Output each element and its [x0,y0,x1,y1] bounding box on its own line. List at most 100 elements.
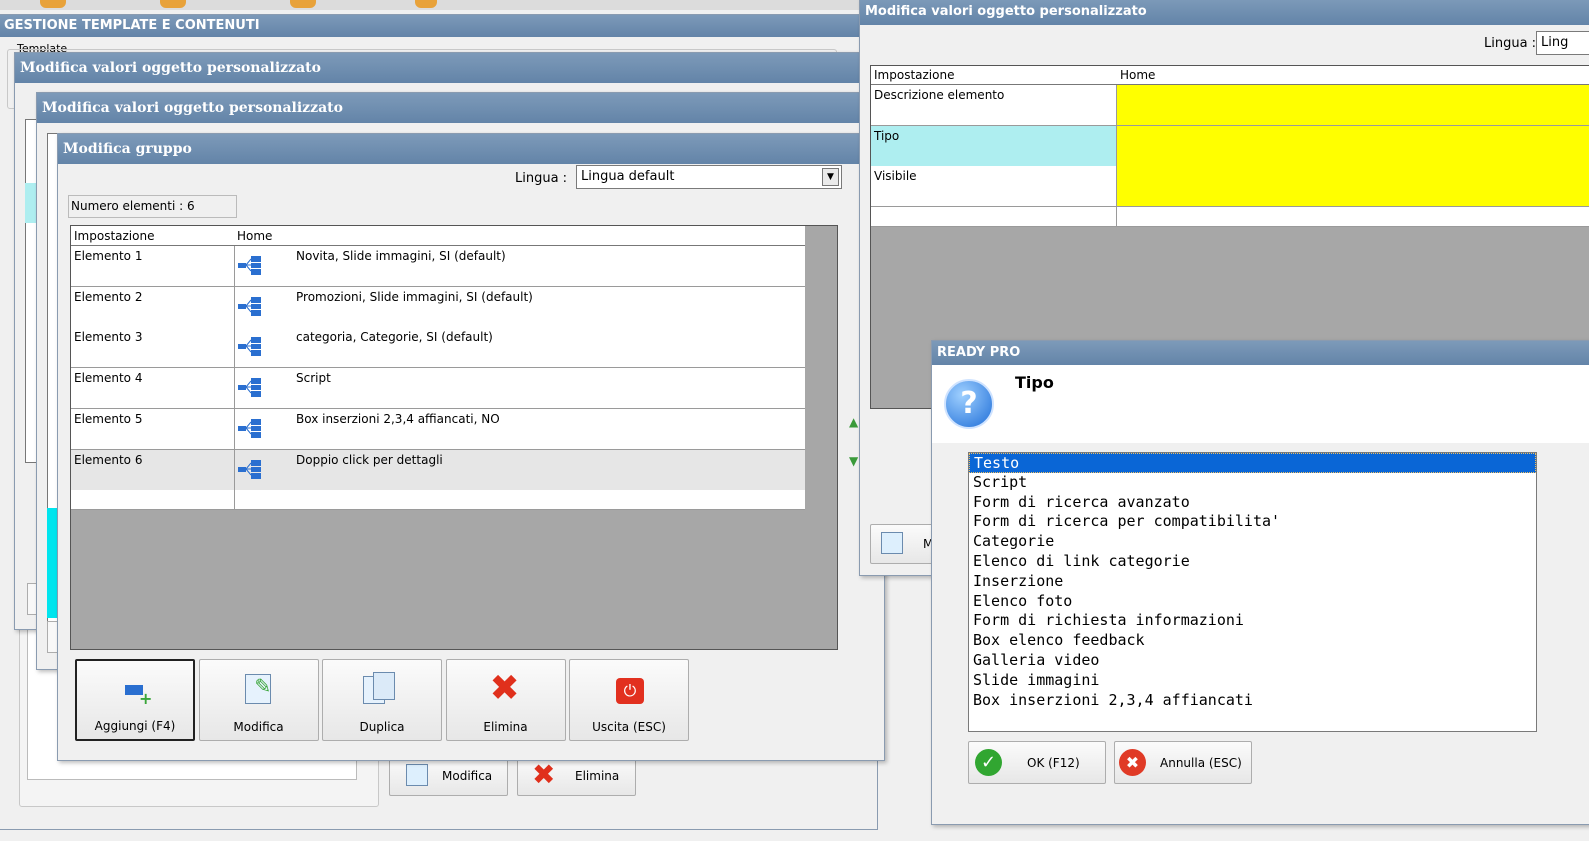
row-name: Elemento 6 [71,449,235,490]
group-dialog: Modifica gruppo Lingua : Lingua default … [57,133,885,761]
uscita-button[interactable]: ⏻ Uscita (ESC) [569,659,689,741]
modifica-button[interactable]: ✎ Modifica [198,659,319,741]
header-impostazione: Impostazione [74,229,155,243]
edit-icon [881,532,903,554]
grid-empty-row [71,490,805,510]
right-lingua-label: Lingua : [1484,36,1537,51]
row-value: Doppio click per dettagli [296,452,443,467]
right-lingua-value: Ling [1541,35,1569,50]
delete-icon: ✖ [532,758,556,791]
list-item[interactable]: Elenco foto [969,592,1536,612]
row-value: categoria, Categorie, SI (default) [296,330,493,345]
button-label: Elimina [483,720,528,734]
grid-header: Impostazione Home [71,226,805,246]
row-name: Elemento 2 [71,286,235,327]
list-item[interactable]: Inserzione [969,572,1536,592]
table-row[interactable]: Elemento 6 Doppio click per dettagli [71,449,805,491]
list-item[interactable]: Galleria video [969,651,1536,671]
button-label: Modifica [233,720,284,734]
count-field: Numero elementi : 6 [68,195,237,218]
cancel-icon: ✖ [1119,749,1146,776]
tree-icon [237,376,265,398]
back-elimina-button[interactable]: ✖ Elimina [517,756,636,796]
ok-label: OK (F12) [1027,756,1080,770]
add-button[interactable]: + Aggiungi (F4) [75,659,195,741]
back-modifica-button[interactable]: Modifica [389,756,508,796]
lingua-label: Lingua : [515,171,568,186]
table-row[interactable]: Tipo [871,125,1589,167]
bg-window-1-title: Modifica valori oggetto personalizzato [15,53,859,83]
elements-grid: Impostazione Home Elemento 1 Novita, Slid… [70,225,838,650]
check-icon: ✓ [975,749,1002,776]
duplica-button[interactable]: Duplica [322,659,442,741]
row-name: Visibile [871,166,1117,207]
row-name: Descrizione elemento [871,85,1117,125]
user-icon [290,0,316,8]
ready-pro-title: READY PRO [932,341,1589,365]
elimina-button[interactable]: ✖ Elimina [445,659,566,741]
tree-icon [237,417,265,439]
button-label: Aggiungi (F4) [94,719,176,733]
table-row[interactable]: Visibile [871,166,1589,208]
list-item[interactable]: Testo [969,453,1536,473]
list-item[interactable]: Box inserzioni 2,3,4 affiancati [969,691,1536,711]
table-row[interactable]: Elemento 5 Box inserzioni 2,3,4 affiancat… [71,408,805,450]
row-value [1117,125,1589,166]
tree-icon [237,458,265,480]
count-label: Numero elementi : 6 [71,199,195,213]
row-name: Elemento 3 [71,327,235,368]
row-name: Elemento 1 [71,246,235,286]
row-name: Elemento 5 [71,408,235,449]
tree-icon [237,254,265,276]
right-header-impostazione: Impostazione [874,68,955,82]
row-name: Tipo [871,125,1117,166]
back-modifica-label: Modifica [442,769,493,783]
table-row[interactable]: Elemento 4 Script [71,368,805,410]
ok-button[interactable]: ✓ OK (F12) [968,741,1106,784]
row-value: Promozioni, Slide immagini, SI (default) [296,289,533,304]
list-item[interactable]: Form di ricerca avanzato [969,493,1536,513]
main-window-title: GESTIONE TEMPLATE E CONTENUTI [0,15,877,37]
row-name: Elemento 4 [71,368,235,409]
table-row[interactable]: Elemento 3 categoria, Categorie, SI (defa… [71,327,805,369]
row-value: Script [296,371,331,386]
user-icon [160,0,186,8]
lingua-select[interactable]: Lingua default ▼ [576,165,842,189]
table-row[interactable]: Elemento 1 Novita, Slide immagini, SI (de… [71,246,805,287]
cancel-label: Annulla (ESC) [1160,756,1242,770]
tree-icon [237,335,265,357]
list-item[interactable]: Box elenco feedback [969,631,1536,651]
question-icon: ? [944,379,994,429]
user-icon [415,0,437,8]
row-value: Novita, Slide immagini, SI (default) [296,249,506,263]
lingua-select-value: Lingua default [581,169,675,184]
right-grid-header: Impostazione Home [871,66,1589,85]
bg-window-2-title: Modifica valori oggetto personalizzato [37,93,861,123]
list-item[interactable]: Script [969,473,1536,493]
cancel-button[interactable]: ✖ Annulla (ESC) [1114,741,1252,784]
group-dialog-title: Modifica gruppo [58,134,884,164]
row-value [1117,166,1589,207]
row-value [1117,85,1589,125]
ready-pro-heading: Tipo [1015,373,1054,392]
list-item[interactable]: Form di ricerca per compatibilita' [969,512,1536,532]
list-item[interactable]: Elenco di link categorie [969,552,1536,572]
header-home: Home [237,229,273,243]
user-icon [40,0,66,8]
edit-icon [406,764,428,786]
table-row[interactable]: Descrizione elemento [871,85,1589,126]
tipo-options-list[interactable]: Testo Script Form di ricerca avanzato Form … [968,452,1537,732]
table-row[interactable]: Elemento 2 Promozioni, Slide immagini, SI… [71,286,805,328]
right-window-title: Modifica valori oggetto personalizzato [860,0,1589,25]
list-item[interactable]: Form di richiesta informazioni [969,611,1536,631]
right-lingua-select[interactable]: Ling [1536,31,1589,55]
ready-pro-dialog: READY PRO ? Tipo Testo Script Form di rice… [931,340,1589,825]
button-label: Duplica [359,720,405,734]
list-item[interactable]: Categorie [969,532,1536,552]
list-item[interactable]: Slide immagini [969,671,1536,691]
chevron-down-icon[interactable]: ▼ [822,168,839,186]
right-empty-row [871,207,1589,227]
back-elimina-label: Elimina [575,769,620,783]
row-value: Box inserzioni 2,3,4 affiancati, NO [296,411,500,426]
button-label: Uscita (ESC) [592,720,666,734]
